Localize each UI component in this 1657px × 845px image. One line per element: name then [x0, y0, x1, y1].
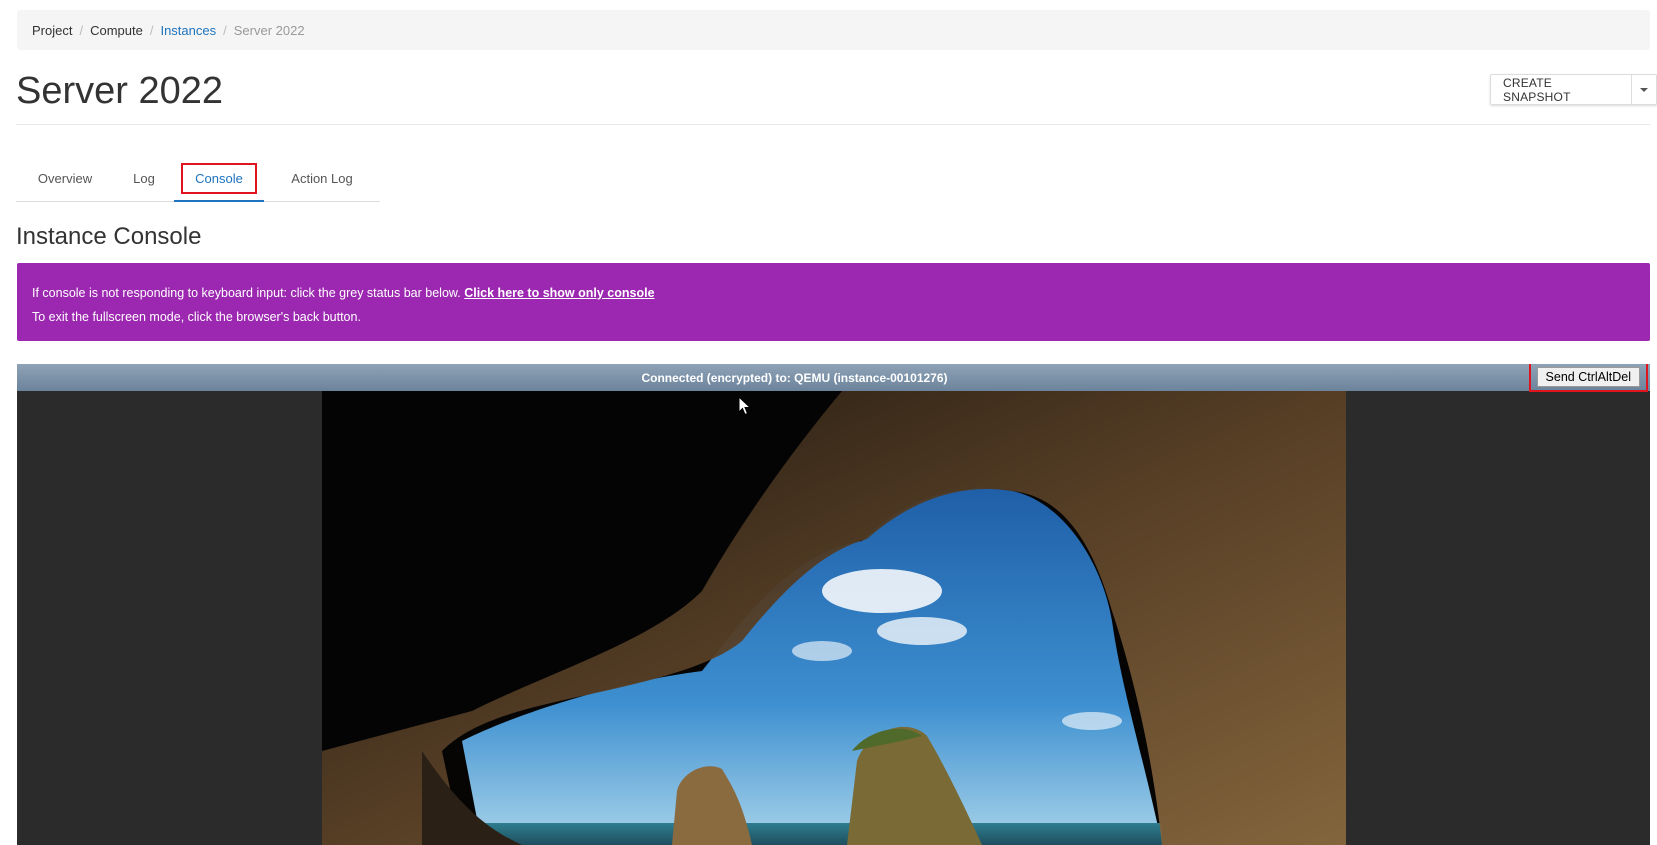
remote-desktop-screen[interactable]: [322, 391, 1346, 845]
breadcrumb-instances[interactable]: Instances: [160, 23, 216, 38]
tab-console-label: Console: [181, 162, 257, 194]
breadcrumb-separator: /: [149, 22, 154, 38]
breadcrumb-separator: /: [223, 22, 227, 38]
section-title: Instance Console: [16, 223, 202, 250]
send-ctrl-alt-del-button[interactable]: Send CtrlAltDel: [1536, 367, 1640, 387]
tab-log[interactable]: Log: [114, 155, 174, 201]
create-snapshot-button[interactable]: CREATE SNAPSHOT: [1491, 75, 1631, 104]
vnc-console[interactable]: Connected (encrypted) to: QEMU (instance…: [17, 364, 1650, 845]
breadcrumb-compute[interactable]: Compute: [90, 23, 143, 38]
alert-line-1: If console is not responding to keyboard…: [32, 281, 1635, 305]
header-divider: [16, 124, 1650, 125]
console-info-alert: If console is not responding to keyboard…: [17, 263, 1650, 341]
snapshot-button-group: CREATE SNAPSHOT: [1490, 74, 1657, 105]
tab-action-log[interactable]: Action Log: [264, 155, 380, 201]
alert-text: If console is not responding to keyboard…: [32, 286, 461, 300]
show-only-console-link[interactable]: Click here to show only console: [464, 286, 654, 300]
alert-line-2: To exit the fullscreen mode, click the b…: [32, 310, 361, 324]
tab-console[interactable]: Console: [174, 155, 264, 202]
breadcrumb-project[interactable]: Project: [32, 23, 72, 38]
console-status-bar[interactable]: Connected (encrypted) to: QEMU (instance…: [17, 364, 1650, 392]
breadcrumb-current: Server 2022: [233, 22, 305, 38]
tab-overview[interactable]: Overview: [16, 155, 114, 201]
ctrl-alt-del-highlight: Send CtrlAltDel: [1528, 364, 1648, 392]
breadcrumb-separator: /: [79, 22, 84, 38]
lock-screen-wallpaper: [322, 391, 1346, 845]
breadcrumb: Project / Compute / Instances / Server 2…: [17, 10, 1650, 50]
chevron-down-icon: [1639, 87, 1648, 92]
actions-dropdown-toggle[interactable]: [1630, 75, 1656, 104]
tab-bar: Overview Log Console Action Log: [16, 155, 380, 202]
page-title: Server 2022: [16, 70, 224, 112]
connection-status: Connected (encrypted) to: QEMU (instance…: [641, 370, 948, 385]
mouse-pointer-icon: [738, 396, 752, 416]
